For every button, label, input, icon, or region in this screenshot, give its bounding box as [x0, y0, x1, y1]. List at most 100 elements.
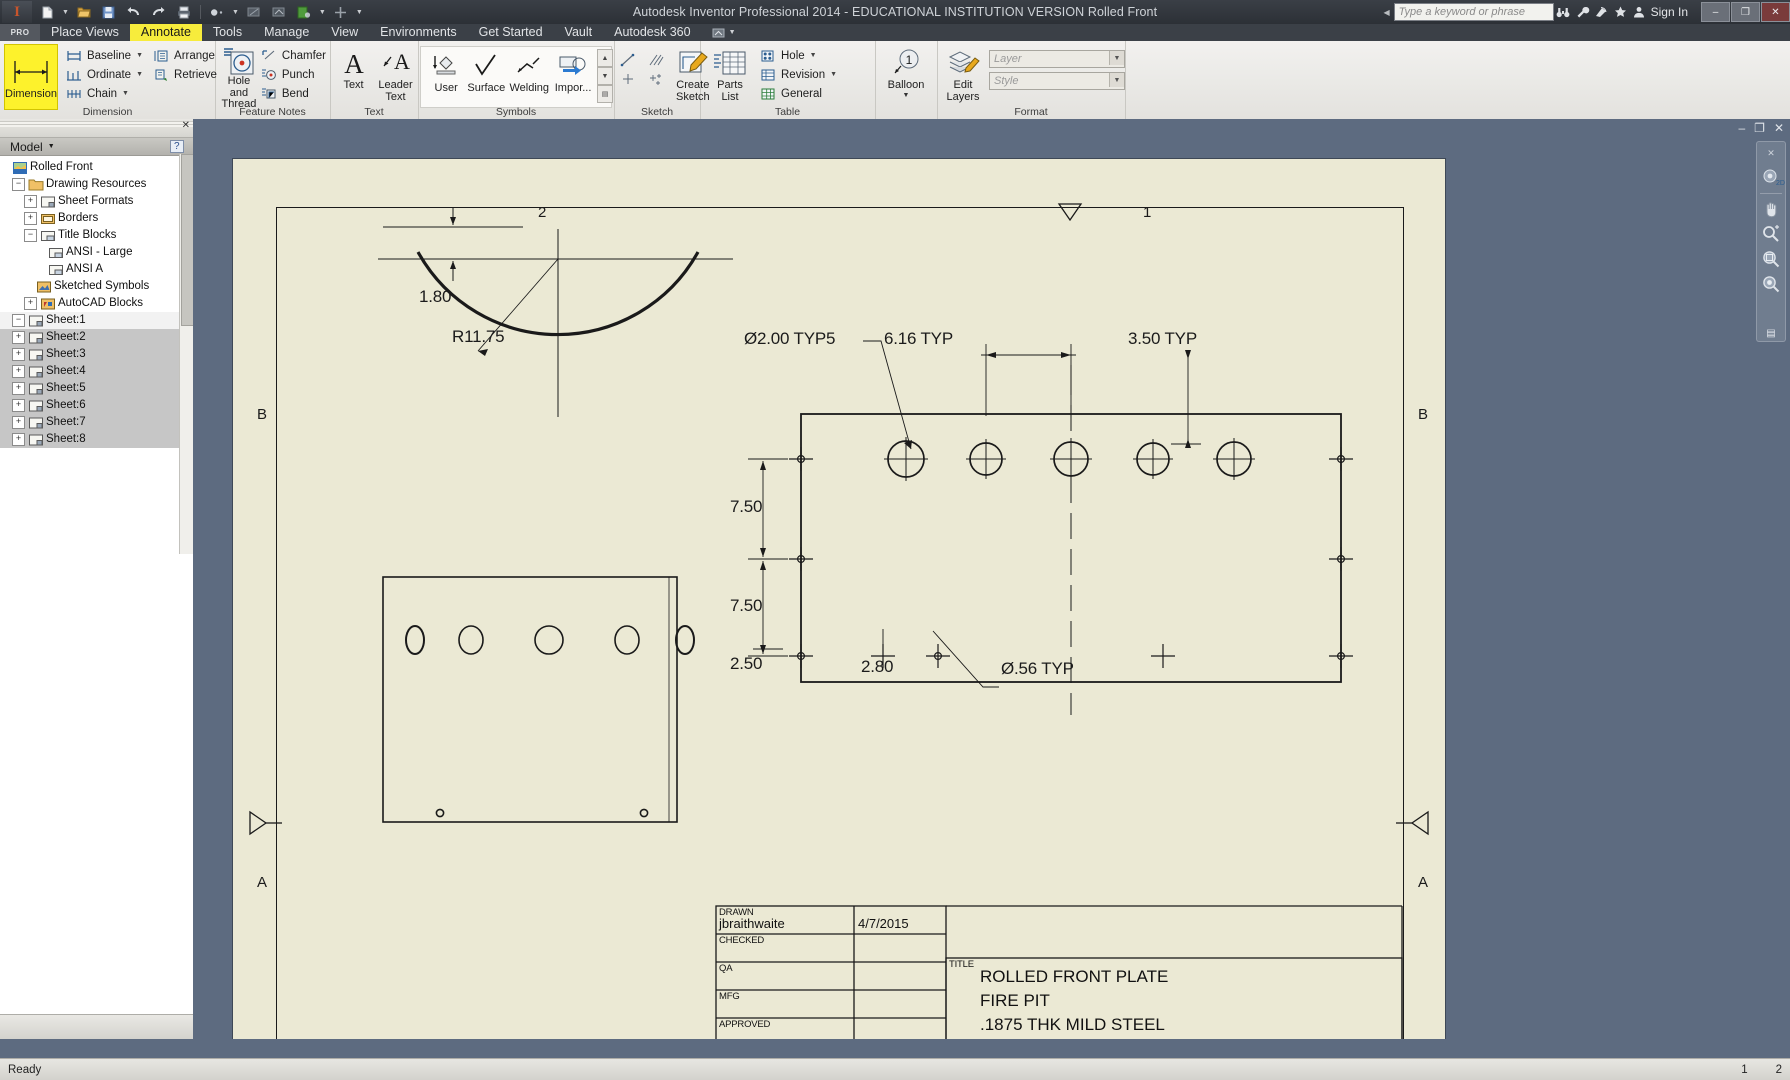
tree-item-sheet-5[interactable]: + Sheet:5: [0, 380, 193, 397]
navbar-more-icon[interactable]: ▤: [1760, 326, 1782, 341]
text-button[interactable]: A Text: [334, 44, 373, 106]
revision-table-dropdown-icon[interactable]: ▼: [830, 71, 837, 78]
welding-symbol-button[interactable]: Welding: [507, 47, 551, 109]
doc-close-icon[interactable]: ✕: [1774, 121, 1784, 135]
tree-expander[interactable]: +: [12, 365, 25, 378]
star-icon[interactable]: [1611, 0, 1630, 24]
tab-autodesk-360[interactable]: Autodesk 360: [603, 24, 701, 41]
dim-dia-2-text[interactable]: Ø2.00 TYP5: [744, 329, 835, 349]
tree-expander[interactable]: +: [12, 433, 25, 446]
sign-in-link[interactable]: Sign In: [1651, 5, 1688, 19]
tree-expander[interactable]: +: [24, 195, 37, 208]
dim-7-50-a-text[interactable]: 7.50: [730, 497, 762, 517]
retrieve-button[interactable]: Retrieve: [151, 65, 221, 84]
bend-button[interactable]: Bend: [259, 84, 330, 103]
general-table-button[interactable]: General: [758, 84, 841, 103]
tree-expander[interactable]: +: [24, 212, 37, 225]
tree-item-borders[interactable]: + Borders: [0, 210, 193, 227]
tab-place-views[interactable]: Place Views: [40, 24, 130, 41]
layer-combo-caret-icon[interactable]: ▼: [1109, 51, 1124, 65]
tree-item-autocad-blocks[interactable]: + AutoCAD Blocks: [0, 295, 193, 312]
tree-expander[interactable]: +: [12, 331, 25, 344]
tab-tools[interactable]: Tools: [202, 24, 253, 41]
sketch-line-button[interactable]: [616, 50, 644, 69]
hole-thread-button[interactable]: Hole and Thread: [221, 44, 257, 110]
symbols-scroll-expand-icon[interactable]: ▤: [597, 85, 613, 103]
tab-get-started[interactable]: Get Started: [468, 24, 554, 41]
tree-item-ansi-large[interactable]: ANSI - Large: [0, 244, 193, 261]
ordinate-dropdown-icon[interactable]: ▼: [136, 71, 143, 78]
chain-button[interactable]: Chain ▼: [64, 84, 147, 103]
wrench-icon[interactable]: [1573, 0, 1592, 24]
hole-table-button[interactable]: Hole ▼: [758, 46, 841, 65]
viewcube-2d-icon[interactable]: 2D: [1760, 168, 1785, 187]
browser-model-dropdown[interactable]: Model ▼ ?: [0, 138, 193, 156]
dimension-button[interactable]: Dimension: [4, 44, 58, 110]
import-symbol-button[interactable]: Impor...: [551, 47, 595, 109]
symbols-scroll-down-icon[interactable]: ▼: [597, 67, 613, 85]
arrange-button[interactable]: Arrange: [151, 46, 221, 65]
zoom-window-icon[interactable]: [1760, 250, 1782, 268]
tree-item-sheet-8[interactable]: + Sheet:8: [0, 431, 193, 448]
chevron-down-icon[interactable]: ▼: [48, 143, 55, 150]
sketch-point-array-button[interactable]: [644, 69, 672, 88]
layer-combo[interactable]: Layer ▼: [989, 50, 1125, 68]
revision-table-button[interactable]: Revision ▼: [758, 65, 841, 84]
leader-text-button[interactable]: A Leader Text: [373, 44, 418, 106]
ribbon-minimize-controls[interactable]: ▼: [712, 28, 736, 38]
browser-help-icon[interactable]: ?: [170, 140, 184, 153]
tree-expander[interactable]: +: [12, 399, 25, 412]
tree-item-drawing-resources[interactable]: − Drawing Resources: [0, 176, 193, 193]
tree-expander[interactable]: +: [12, 348, 25, 361]
pan-hand-icon[interactable]: [1760, 200, 1782, 218]
zoom-all-icon[interactable]: [1760, 275, 1782, 293]
dim-2-80-text[interactable]: 2.80: [861, 657, 893, 677]
tab-view[interactable]: View: [320, 24, 369, 41]
tree-item-sheet-7[interactable]: + Sheet:7: [0, 414, 193, 431]
tab-manage[interactable]: Manage: [253, 24, 320, 41]
style-combo[interactable]: Style ▼: [989, 72, 1125, 90]
tree-item-sketched-symbols[interactable]: Sketched Symbols: [0, 278, 193, 295]
tab-vault[interactable]: Vault: [554, 24, 604, 41]
sketch-multi-line-button[interactable]: [644, 50, 672, 69]
tree-expander[interactable]: +: [12, 382, 25, 395]
punch-button[interactable]: Punch: [259, 65, 330, 84]
tree-item-sheet-1[interactable]: − Sheet:1: [0, 312, 193, 329]
dim-1-80-text[interactable]: 1.80: [419, 287, 451, 307]
satellite-icon[interactable]: [1592, 0, 1611, 24]
tree-item-ansi-a[interactable]: ANSI A: [0, 261, 193, 278]
parts-list-button[interactable]: Parts List: [706, 44, 754, 106]
tree-item-sheet-3[interactable]: + Sheet:3: [0, 346, 193, 363]
binoculars-icon[interactable]: [1554, 0, 1573, 24]
dim-2-50-text[interactable]: 2.50: [730, 654, 762, 674]
browser-close-icon[interactable]: ✕: [182, 120, 190, 131]
infocenter-caret-icon[interactable]: ◀: [1383, 8, 1389, 17]
hole-table-dropdown-icon[interactable]: ▼: [810, 52, 817, 59]
tree-expander[interactable]: −: [12, 314, 25, 327]
tree-item-title-blocks[interactable]: − Title Blocks: [0, 227, 193, 244]
user-icon[interactable]: [1630, 0, 1649, 24]
baseline-button[interactable]: Baseline ▼: [64, 46, 147, 65]
browser-scrollbar[interactable]: [179, 154, 194, 554]
ordinate-button[interactable]: Ordinate ▼: [64, 65, 147, 84]
maximize-button[interactable]: ❐: [1731, 2, 1760, 22]
tree-item-sheet-4[interactable]: + Sheet:4: [0, 363, 193, 380]
drawing-canvas[interactable]: – ❐ ✕ ✕ 2D ▤ 2 1 B B A A 1.80 R11.75 Ø2.…: [193, 119, 1790, 1039]
doc-restore-icon[interactable]: ❐: [1754, 121, 1765, 135]
tree-item-rolled-front[interactable]: Rolled Front: [0, 159, 193, 176]
symbols-scroll-up-icon[interactable]: ▲: [597, 49, 613, 67]
title-block[interactable]: DRAWN jbraithwaite 4/7/2015 CHECKED QA M…: [715, 905, 1403, 1039]
tree-expander[interactable]: +: [12, 416, 25, 429]
tree-expander[interactable]: −: [24, 229, 37, 242]
tab-environments[interactable]: Environments: [369, 24, 467, 41]
edit-layers-button[interactable]: Edit Layers: [943, 44, 983, 106]
tab-annotate[interactable]: Annotate: [129, 24, 202, 41]
dim-dia-56-text[interactable]: Ø.56 TYP: [1001, 659, 1074, 679]
baseline-dropdown-icon[interactable]: ▼: [136, 52, 143, 59]
symbols-scroller[interactable]: ▲ ▼ ▤: [597, 49, 613, 103]
chamfer-button[interactable]: Chamfer: [259, 46, 330, 65]
zoom-icon[interactable]: [1760, 225, 1782, 243]
dim-3-50-text[interactable]: 3.50 TYP: [1128, 329, 1197, 349]
dim-r11-75-text[interactable]: R11.75: [452, 327, 505, 347]
browser-drag-handle[interactable]: [0, 121, 193, 127]
